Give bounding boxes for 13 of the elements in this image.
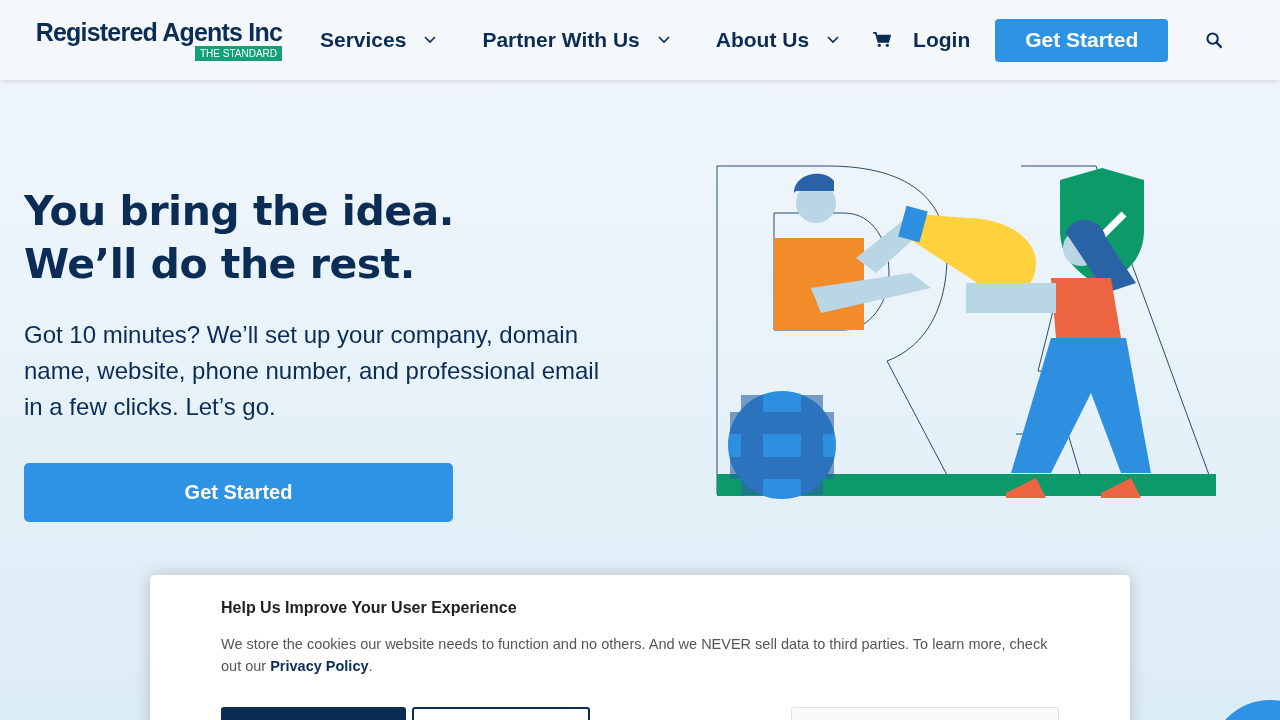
nav-menu-link[interactable]: Partner With Us <box>482 28 670 52</box>
nav-menu-link[interactable]: About Us <box>715 28 840 52</box>
logo-tagline: THE STANDARD <box>194 46 282 61</box>
cookie-banner-title: Help Us Improve Your User Experience <box>221 599 518 617</box>
cart-icon[interactable] <box>873 32 892 48</box>
hero-description: Got 10 minutes? We’ll set up your company, domain name, website, phone number, and professional email in a few clicks. Let’s go. <box>24 320 600 422</box>
login-link[interactable]: Login <box>913 28 971 52</box>
privacy-policy-link[interactable]: Privacy Policy <box>270 658 369 674</box>
hero-headline: You bring the idea. We’ll do the rest. <box>24 186 455 290</box>
nav-menu-link[interactable]: Services <box>320 28 437 52</box>
cookie-banner-text: We store the cookies our website needs to function and no others. And we NEVER sell data to third parties. To learn more, check out our Privacy Policy. <box>221 635 1049 676</box>
logo-wordmark[interactable]: Registered Agents Inc <box>35 19 282 45</box>
search-icon[interactable] <box>1206 31 1224 49</box>
